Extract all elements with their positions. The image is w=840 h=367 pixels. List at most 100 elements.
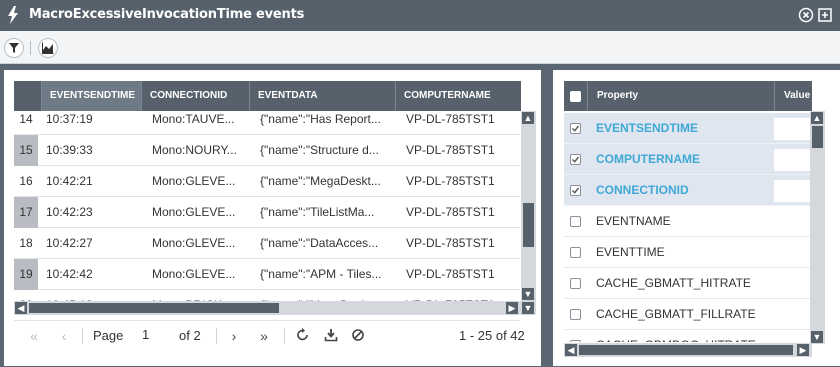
property-value[interactable] bbox=[774, 118, 810, 140]
scroll-up-arrow-icon[interactable]: ▲ bbox=[522, 112, 534, 124]
select-all-checkbox[interactable] bbox=[570, 91, 581, 102]
property-row-eventtime[interactable]: EVENTTIME bbox=[564, 237, 810, 268]
table-row[interactable]: 14 10:37:19 Mono:TAUVE... {"name":"Has R… bbox=[14, 111, 520, 135]
checkbox-unchecked[interactable] bbox=[570, 247, 581, 258]
checkbox-checked[interactable] bbox=[570, 185, 581, 196]
property-row-cache-gbmatt-hitrate[interactable]: CACHE_GBMATT_HITRATE bbox=[564, 268, 810, 299]
area-chart-icon bbox=[42, 42, 54, 54]
scroll-left-arrow-icon[interactable]: ◀ bbox=[15, 302, 27, 314]
checkbox-unchecked[interactable] bbox=[570, 216, 581, 227]
cell-eventsendtime: 10:42:42 bbox=[46, 267, 93, 281]
cell-connectionid: Mono:TAUVE... bbox=[152, 112, 235, 126]
property-row-eventname[interactable]: EVENTNAME bbox=[564, 206, 810, 237]
column-header-eventsendtime[interactable]: EVENTSENDTIME bbox=[42, 81, 142, 111]
property-value[interactable] bbox=[774, 149, 810, 171]
refresh-icon[interactable] bbox=[296, 328, 310, 342]
scroll-right-arrow-icon[interactable]: ▶ bbox=[797, 344, 809, 356]
row-number: 18 bbox=[19, 236, 33, 250]
previous-page-icon[interactable]: ‹ bbox=[56, 328, 72, 344]
pager-divider bbox=[216, 328, 217, 344]
expand-window-icon[interactable] bbox=[817, 7, 833, 23]
cell-eventsendtime: 10:42:27 bbox=[46, 236, 93, 250]
property-horizontal-scroll-thumb[interactable] bbox=[579, 345, 793, 355]
filter-button[interactable] bbox=[4, 38, 24, 58]
property-row-computername[interactable]: COMPUTERNAME bbox=[564, 144, 810, 175]
clear-icon[interactable] bbox=[351, 328, 365, 342]
property-vertical-scroll-thumb[interactable] bbox=[812, 126, 823, 148]
grid-horizontal-scroll-thumb[interactable] bbox=[29, 303, 279, 313]
table-row[interactable]: 18 10:42:27 Mono:GLEVE... {"name":"DataA… bbox=[14, 228, 520, 259]
cell-computername: VP-DL-785TST1 bbox=[406, 143, 495, 157]
grid-vertical-scrollbar[interactable]: ▲ ▼ bbox=[521, 111, 536, 301]
cell-computername: VP-DL-785TST1 bbox=[406, 267, 495, 281]
title-bar: MacroExcessiveInvocationTime events bbox=[0, 0, 840, 31]
select-all-cell bbox=[564, 81, 588, 111]
table-row[interactable]: 19 10:42:42 Mono:GLEVE... {"name":"APM -… bbox=[14, 259, 520, 290]
grid-horizontal-scrollbar[interactable]: ◀ ▶ ▼ bbox=[14, 301, 536, 315]
property-name: CONNECTIONID bbox=[596, 183, 689, 197]
property-horizontal-scrollbar[interactable]: ◀ ▶ bbox=[564, 343, 812, 357]
column-header-computername[interactable]: COMPUTERNAME bbox=[396, 81, 521, 111]
page-number-input[interactable]: 1 bbox=[142, 327, 149, 342]
download-icon[interactable] bbox=[324, 328, 338, 342]
cell-eventsendtime: 10:39:33 bbox=[46, 143, 93, 157]
cell-computername: VP-DL-785TST1 bbox=[406, 236, 495, 250]
row-number: 19 bbox=[14, 259, 38, 290]
property-vertical-scrollbar[interactable]: ▲ ▼ bbox=[810, 111, 825, 344]
table-row[interactable]: 17 10:42:23 Mono:GLEVE... {"name":"TileL… bbox=[14, 197, 520, 228]
property-row-connectionid[interactable]: CONNECTIONID bbox=[564, 175, 810, 206]
property-row-cache-gbmatt-fillrate[interactable]: CACHE_GBMATT_FILLRATE bbox=[564, 299, 810, 330]
scroll-left-arrow-icon[interactable]: ◀ bbox=[565, 344, 577, 356]
first-page-icon[interactable]: « bbox=[26, 328, 42, 344]
toolbar bbox=[0, 31, 840, 64]
pager-divider bbox=[284, 328, 285, 344]
grid-vertical-scroll-thumb[interactable] bbox=[523, 203, 534, 247]
cell-connectionid: Mono:GLEVE... bbox=[152, 205, 236, 219]
next-page-icon[interactable]: › bbox=[226, 328, 242, 344]
checkbox-checked[interactable] bbox=[570, 123, 581, 134]
property-name: EVENTSENDTIME bbox=[596, 121, 699, 135]
checkbox-checked[interactable] bbox=[570, 154, 581, 165]
cell-eventsendtime: 10:42:23 bbox=[46, 205, 93, 219]
checkbox-unchecked[interactable] bbox=[570, 340, 581, 342]
table-row[interactable]: 16 10:42:21 Mono:GLEVE... {"name":"MegaD… bbox=[14, 166, 520, 197]
checkbox-unchecked[interactable] bbox=[570, 309, 581, 320]
scroll-right-arrow-icon[interactable]: ▶ bbox=[506, 302, 518, 314]
scroll-down-corner-icon[interactable]: ▼ bbox=[522, 302, 534, 314]
property-name: EVENTNAME bbox=[596, 214, 671, 228]
column-header-value[interactable]: Value bbox=[784, 90, 810, 101]
row-number: 15 bbox=[14, 135, 38, 166]
chart-button[interactable] bbox=[38, 38, 58, 58]
column-header-property[interactable]: Property bbox=[597, 90, 638, 101]
row-number-header bbox=[14, 81, 42, 111]
toolbar-divider bbox=[30, 41, 31, 55]
events-grid-panel: EVENTSENDTIME CONNECTIONID EVENTDATA COM… bbox=[4, 70, 541, 366]
window-title: MacroExcessiveInvocationTime events bbox=[29, 7, 305, 22]
record-range: 1 - 25 of 42 bbox=[459, 328, 525, 343]
scroll-down-arrow-icon[interactable]: ▼ bbox=[811, 331, 823, 343]
cell-eventdata: {"name":"DataAcces... bbox=[260, 236, 379, 250]
cell-computername: VP-DL-785TST1 bbox=[406, 205, 495, 219]
column-header-eventdata[interactable]: EVENTDATA bbox=[250, 81, 396, 111]
row-number: 17 bbox=[14, 197, 38, 228]
cell-eventdata: {"name":"MegaDeskt... bbox=[260, 174, 381, 188]
property-row-eventsendtime[interactable]: EVENTSENDTIME bbox=[564, 113, 810, 144]
last-page-icon[interactable]: » bbox=[256, 328, 272, 344]
checkbox-unchecked[interactable] bbox=[570, 278, 581, 289]
checkmark-icon bbox=[572, 187, 580, 194]
property-name: EVENTTIME bbox=[596, 245, 665, 259]
cell-connectionid: Mono:GLEVE... bbox=[152, 267, 236, 281]
checkmark-icon bbox=[572, 125, 580, 132]
page-count-label: of 2 bbox=[179, 328, 201, 343]
cell-computername: VP-DL-785TST1 bbox=[406, 174, 495, 188]
pager: « ‹ Page 1 of 2 › » 1 - 25 of 42 bbox=[14, 320, 529, 352]
scroll-up-arrow-icon[interactable]: ▲ bbox=[811, 112, 823, 124]
table-row[interactable]: 15 10:39:33 Mono:NOURY... {"name":"Struc… bbox=[14, 135, 520, 166]
property-row-cache-gbmdoc-hitrate[interactable]: CACHE_GBMDOC_HITRATE bbox=[564, 330, 810, 342]
close-circle-icon[interactable] bbox=[798, 7, 814, 23]
header-divider bbox=[774, 81, 775, 111]
property-value[interactable] bbox=[774, 180, 810, 202]
pager-divider bbox=[82, 328, 83, 344]
column-header-connectionid[interactable]: CONNECTIONID bbox=[142, 81, 250, 111]
scroll-down-arrow-icon[interactable]: ▼ bbox=[522, 288, 534, 300]
